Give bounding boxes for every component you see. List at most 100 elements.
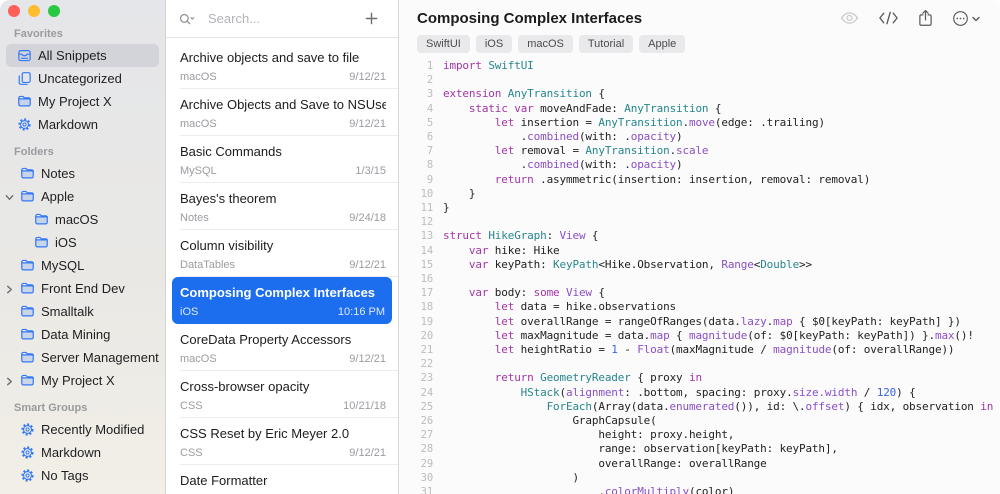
code-text: let removal = AnyTransition.scale: [494, 144, 709, 158]
line-number: 20: [420, 329, 433, 342]
snippet-item-date: 10:16 PM: [337, 306, 385, 318]
sidebar-item-no-tags[interactable]: No Tags: [6, 464, 159, 487]
snippet-item-folder: macOS: [180, 118, 217, 130]
code-view-icon[interactable]: [878, 11, 899, 25]
sidebar-item-apple[interactable]: Apple: [5, 185, 159, 208]
code-text: GraphCapsule(: [443, 414, 657, 428]
code-line: 25 ForEach(Array(data.enumerated()), id:…: [411, 400, 1000, 414]
tag-swiftui[interactable]: SwiftUI: [417, 35, 470, 53]
chevron-right-icon[interactable]: [5, 376, 15, 386]
zoom-window-button[interactable]: [48, 5, 60, 17]
detail-pane: Composing Complex Interfaces SwiftUI iOS…: [399, 0, 1000, 494]
code-editor[interactable]: 1 import SwiftUI 2 3 extension AnyTransition…: [399, 53, 1000, 494]
code-text: HStack(alignment: .bottom, spacing: prox…: [520, 385, 916, 399]
snippet-item-folder: macOS: [180, 71, 217, 83]
list-item[interactable]: CSS Reset by Eric Meyer 2.0 CSS 9/12/21: [166, 418, 398, 465]
snippet-item-folder: CSS: [180, 400, 203, 412]
code-line: 15 var keyPath: KeyPath<Hike.Observation…: [411, 258, 1000, 272]
section-label: Folders: [14, 146, 54, 158]
sidebar-item-front-end-dev[interactable]: Front End Dev: [6, 277, 159, 300]
sidebar-item-recently-modified[interactable]: Recently Modified: [6, 418, 159, 441]
snippet-list[interactable]: Archive objects and save to file macOS 9/1…: [166, 38, 398, 494]
list-item[interactable]: Archive objects and save to file macOS 9/1…: [166, 42, 398, 89]
tag-apple[interactable]: Apple: [639, 35, 686, 53]
sidebar-item-smalltalk[interactable]: Smalltalk: [6, 300, 159, 323]
share-icon[interactable]: [918, 9, 933, 27]
list-item[interactable]: CoreData Property Accessors macOS 9/12/21: [166, 324, 398, 371]
line-number: 29: [420, 457, 433, 470]
sidebar-item-my-project-x[interactable]: My Project X: [6, 90, 159, 113]
snippet-item-date: 10/21/18: [343, 400, 386, 412]
list-item[interactable]: Column visibility DataTables 9/12/21: [166, 230, 398, 277]
snippet-item-meta: iOS 10:16 PM: [180, 306, 385, 318]
line-number: 21: [420, 344, 433, 357]
sidebar-item-label: Data Mining: [41, 327, 111, 342]
code-text: }: [443, 186, 476, 200]
code-line: 28 range: observation[keyPath: keyPath],: [411, 442, 1000, 456]
snippet-item-title: Composing Complex Interfaces: [180, 285, 376, 300]
code-line: 26 GraphCapsule(: [411, 414, 1000, 428]
line-number: 8: [426, 159, 433, 172]
list-item[interactable]: Date Formatter: [166, 465, 398, 494]
line-number: 1: [426, 60, 433, 72]
line-number: 7: [426, 145, 433, 158]
list-item[interactable]: Archive Objects and Save to NSUserD… macO…: [166, 89, 398, 136]
code-line: 7 let removal = AnyTransition.scale: [411, 144, 1000, 158]
sidebar-item-all-snippets[interactable]: All Snippets: [6, 44, 159, 67]
code-text: var hike: Hike: [468, 243, 560, 257]
list-item[interactable]: Basic Commands MySQL 1/3/15: [166, 136, 398, 183]
folder-icon: [16, 94, 32, 110]
code-line: 19 let overallRange = rangeOfRanges(data…: [411, 315, 1000, 329]
line-number: 22: [420, 358, 433, 371]
line-number: 26: [420, 415, 433, 428]
close-window-button[interactable]: [8, 5, 20, 17]
list-item[interactable]: Bayes's theorem Notes 9/24/18: [166, 183, 398, 230]
sidebar-item-markdown[interactable]: Markdown: [6, 113, 159, 136]
sidebar-item-notes[interactable]: Notes: [6, 162, 159, 185]
sidebar-item-mysql[interactable]: MySQL: [6, 254, 159, 277]
code-text: .combined(with: .opacity): [443, 158, 683, 172]
code-line: 3 extension AnyTransition {: [411, 87, 1000, 101]
chevron-down-icon[interactable]: [5, 192, 15, 202]
list-item[interactable]: Composing Complex Interfaces iOS 10:16 PM: [172, 277, 392, 324]
tag-tutorial[interactable]: Tutorial: [578, 35, 634, 53]
sidebar-item-label: Uncategorized: [38, 71, 122, 86]
sidebar-item-ios[interactable]: iOS: [6, 231, 159, 254]
code-line: 10 }: [411, 187, 1000, 201]
code-text: let overallRange = rangeOfRanges(data.la…: [494, 314, 961, 328]
line-number: 4: [426, 102, 433, 115]
chevron-right-icon[interactable]: [5, 284, 15, 294]
sidebar: Favorites All Snippets Uncategorized My Pro…: [0, 0, 166, 494]
sidebar-item-label: macOS: [55, 212, 99, 227]
code-line: 24 HStack(alignment: .bottom, spacing: p…: [411, 386, 1000, 400]
preview-eye-icon[interactable]: [840, 11, 859, 25]
sidebar-item-macos[interactable]: macOS: [6, 208, 159, 231]
sidebar-item-my-project-x[interactable]: My Project X: [6, 369, 159, 392]
list-item[interactable]: Cross-browser opacity CSS 10/21/18: [166, 371, 398, 418]
code-text: range: observation[keyPath: keyPath],: [443, 442, 838, 456]
snippet-item-title: Archive objects and save to file: [180, 50, 360, 65]
line-number: 27: [420, 429, 433, 442]
snippet-item-meta: MySQL 1/3/15: [180, 165, 386, 177]
code-line: 2: [411, 73, 1000, 87]
minimize-window-button[interactable]: [28, 5, 40, 17]
code-line: 30 ): [411, 471, 1000, 485]
line-number: 6: [426, 131, 433, 144]
tag-ios[interactable]: iOS: [475, 35, 513, 53]
more-options-icon[interactable]: [952, 9, 980, 27]
add-snippet-button[interactable]: [363, 11, 379, 27]
snippet-item-date: 9/12/21: [349, 447, 386, 459]
folder-icon: [19, 350, 35, 366]
sidebar-item-label: Recently Modified: [41, 422, 145, 437]
folder-icon: [33, 212, 49, 228]
sidebar-item-data-mining[interactable]: Data Mining: [6, 323, 159, 346]
search-input[interactable]: [208, 11, 356, 26]
sidebar-item-label: Apple: [41, 189, 75, 204]
sidebar-item-server-management[interactable]: Server Management: [6, 346, 159, 369]
sidebar-item-uncategorized[interactable]: Uncategorized: [6, 67, 159, 90]
tag-macos[interactable]: macOS: [518, 35, 573, 53]
section-label: Favorites: [14, 28, 63, 40]
search-icon[interactable]: [179, 11, 195, 27]
code-line: 5 let insertion = AnyTransition.move(edg…: [411, 116, 1000, 130]
sidebar-item-markdown[interactable]: Markdown: [6, 441, 159, 464]
